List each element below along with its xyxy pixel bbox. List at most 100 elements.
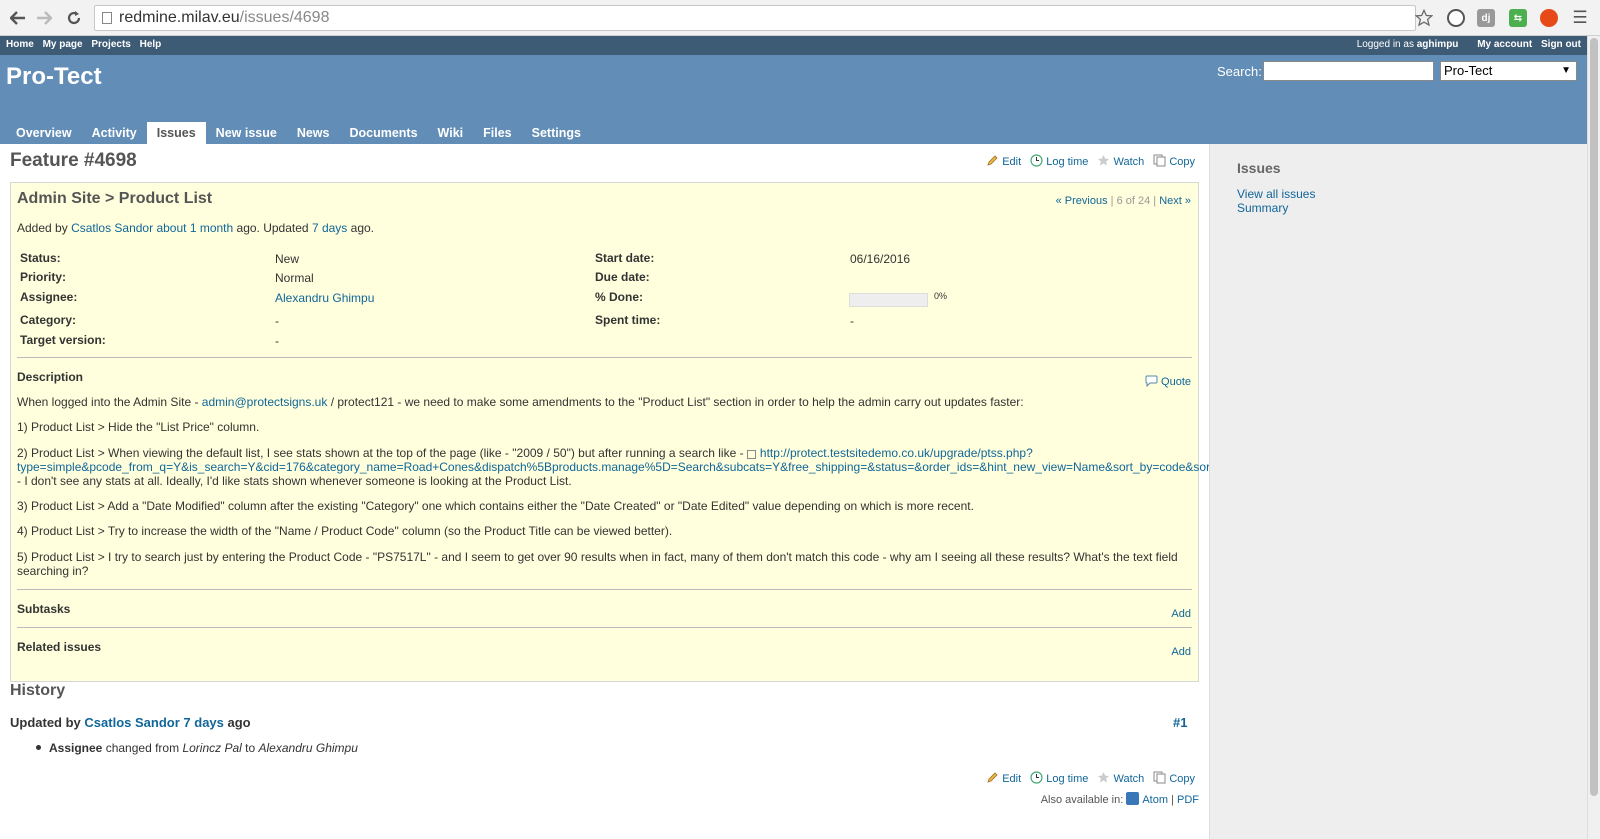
watch-link[interactable]: Watch [1097, 154, 1144, 168]
status-label: Status: [20, 251, 61, 265]
header: Pro-Tect Search: Pro-Tect ▼ Overview Act… [0, 55, 1587, 144]
top-menu-projects[interactable]: Projects [91, 39, 130, 50]
description-paragraph-4: 3) Product List > Add a "Date Modified" … [17, 499, 974, 513]
issue-position: 6 of 24 [1116, 195, 1151, 207]
copy-link[interactable]: Copy [1153, 154, 1195, 168]
url-host: redmine.milav.eu [119, 9, 240, 26]
top-menu-my-page[interactable]: My page [43, 39, 83, 50]
url-path: /issues/4698 [239, 9, 330, 26]
clock-icon [1030, 771, 1043, 784]
forward-arrow-icon[interactable] [32, 6, 56, 30]
back-arrow-icon[interactable] [6, 6, 30, 30]
dropdown-arrow-icon: ▼ [1561, 65, 1571, 76]
add-related-issue-link[interactable]: Add [1171, 646, 1191, 658]
journal-date-link[interactable]: 7 days [183, 715, 223, 730]
edit-link-bottom[interactable]: Edit [986, 771, 1021, 785]
main-menu: Overview Activity Issues New issue News … [6, 122, 591, 144]
divider [17, 357, 1192, 358]
issue-subject: Admin Site > Product List [17, 190, 213, 207]
pdf-link[interactable]: PDF [1177, 794, 1199, 806]
divider [17, 627, 1192, 628]
tab-files[interactable]: Files [473, 122, 522, 144]
logged-in-label: Logged in as aghimpu [1356, 39, 1459, 50]
issue-navigation: « Previous | 6 of 24 | Next » [1055, 195, 1191, 207]
search-label: Search: [1217, 64, 1262, 79]
scrollbar-thumb[interactable] [1590, 38, 1598, 796]
journal-header: Updated by Csatlos Sandor 7 days ago [10, 715, 251, 730]
tab-settings[interactable]: Settings [522, 122, 591, 144]
bullet-icon [36, 745, 41, 750]
search-url-link[interactable]: http://protect.testsitedemo.co.uk/upgrad… [760, 446, 1033, 460]
issue-details: Admin Site > Product List « Previous | 6… [10, 182, 1280, 682]
browser-toolbar: redmine.milav.eu/issues/4698 dj ⇆ ☰ [0, 0, 1600, 36]
journal-number-link[interactable]: #1 [1173, 715, 1187, 730]
menu-icon[interactable]: ☰ [1568, 6, 1592, 30]
pencil-icon [986, 771, 999, 784]
view-all-issues-link[interactable]: View all issues [1237, 187, 1315, 201]
pencil-icon [986, 154, 999, 167]
assignee-link[interactable]: Alexandru Ghimpu [275, 291, 374, 305]
username-link[interactable]: aghimpu [1417, 39, 1459, 50]
description-title: Description [17, 370, 84, 384]
status-value: New [275, 252, 300, 266]
top-menu-help[interactable]: Help [140, 39, 162, 50]
quote-link[interactable]: Quote [1145, 375, 1191, 388]
project-title[interactable]: Pro-Tect [6, 63, 102, 91]
start-date-value: 06/16/2016 [850, 252, 911, 266]
copy-link-bottom[interactable]: Copy [1153, 771, 1195, 785]
reload-icon[interactable] [62, 6, 86, 30]
author-link[interactable]: Csatlos Sandor [71, 221, 153, 235]
project-jump-select[interactable]: Pro-Tect ▼ [1440, 61, 1577, 81]
created-date-link[interactable]: about 1 month [156, 221, 233, 235]
percent-done-value: 0% [934, 291, 948, 301]
issue-actions-bottom: Edit Log time Watch Copy [980, 771, 1195, 785]
red-extension-icon[interactable] [1540, 9, 1558, 27]
sidebar: Issues View all issues Summary [1209, 144, 1587, 839]
journal-author-link[interactable]: Csatlos Sandor [84, 715, 179, 730]
tab-new-issue[interactable]: New issue [206, 122, 287, 144]
previous-issue-link[interactable]: « Previous [1056, 195, 1108, 207]
log-time-link-bottom[interactable]: Log time [1030, 771, 1088, 785]
address-bar[interactable]: redmine.milav.eu/issues/4698 [94, 5, 1416, 31]
dj-extension-icon[interactable]: dj [1477, 9, 1495, 27]
tab-news[interactable]: News [287, 122, 340, 144]
scrollbar[interactable] [1587, 36, 1600, 839]
search-input[interactable] [1263, 61, 1434, 81]
bookmark-star-icon[interactable] [1412, 6, 1436, 30]
other-formats: Also available in: Atom | PDF [1040, 792, 1199, 806]
edit-link[interactable]: Edit [986, 154, 1021, 168]
top-menu-home[interactable]: Home [6, 39, 34, 50]
top-menu: Home My page Projects Help Logged in as … [0, 36, 1587, 55]
tab-activity[interactable]: Activity [82, 122, 147, 144]
my-account-link[interactable]: My account [1477, 39, 1532, 50]
add-subtask-link[interactable]: Add [1171, 608, 1191, 620]
sign-out-link[interactable]: Sign out [1541, 39, 1581, 50]
search-url-link-continued[interactable]: type=simple&pcode_from_q=Y&is_search=Y&c… [17, 460, 1280, 474]
priority-label: Priority: [20, 270, 67, 284]
spent-time-label: Spent time: [595, 313, 661, 327]
atom-feed-link[interactable]: Atom [1126, 792, 1168, 806]
assignee-label: Assignee: [20, 290, 78, 304]
next-issue-link[interactable]: Next » [1159, 195, 1191, 207]
summary-link[interactable]: Summary [1237, 201, 1288, 215]
category-value: - [275, 314, 279, 328]
project-select-value: Pro-Tect [1444, 63, 1493, 78]
green-extension-icon[interactable]: ⇆ [1509, 9, 1527, 27]
tab-documents[interactable]: Documents [339, 122, 427, 144]
tab-wiki[interactable]: Wiki [428, 122, 474, 144]
tab-issues[interactable]: Issues [146, 122, 206, 144]
description-paragraph-2: 1) Product List > Hide the "List Price" … [17, 420, 260, 434]
copy-icon [1153, 771, 1166, 784]
issue-author-line: Added by Csatlos Sandor about 1 month ag… [17, 221, 374, 235]
updated-date-link[interactable]: 7 days [312, 221, 347, 235]
subtasks-title: Subtasks [17, 602, 71, 616]
spent-time-value: - [850, 314, 854, 328]
email-link[interactable]: admin@protectsigns.uk [202, 395, 328, 409]
start-date-label: Start date: [595, 251, 655, 265]
watch-link-bottom[interactable]: Watch [1097, 771, 1144, 785]
main-content: Feature #4698 Edit Log time Watch Copy A… [0, 144, 1280, 839]
log-time-link[interactable]: Log time [1030, 154, 1088, 168]
clock-extension-icon[interactable] [1447, 9, 1465, 27]
tab-overview[interactable]: Overview [6, 122, 82, 144]
related-issues-title: Related issues [17, 640, 102, 654]
